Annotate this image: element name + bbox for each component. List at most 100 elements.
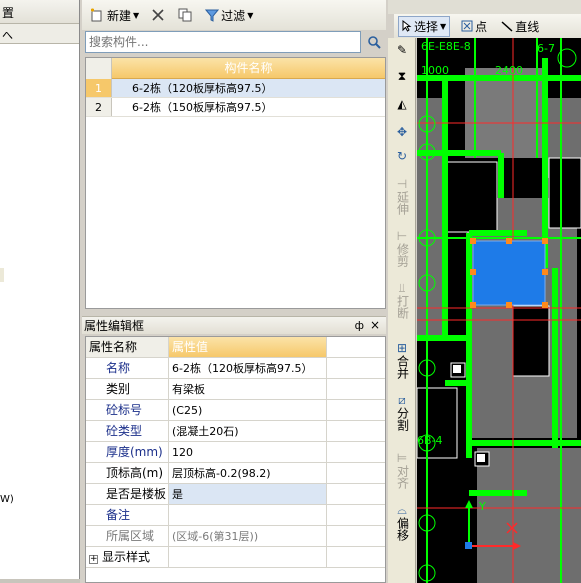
property-name: 砼类型 <box>86 421 169 441</box>
property-value[interactable]: 6-2栋（120板厚标高97.5） <box>169 358 327 378</box>
left-panel-subheader[interactable]: へ <box>0 24 79 44</box>
copy-button[interactable] <box>174 5 196 25</box>
property-value[interactable]: 有梁板 <box>169 379 327 399</box>
property-value[interactable]: (C25) <box>169 400 327 420</box>
left-panel-marker <box>0 268 4 282</box>
ucs-y-label: Y <box>478 500 486 513</box>
column-header-name[interactable]: 构件名称 <box>112 58 385 79</box>
trim-button[interactable]: ⊢ 修剪 <box>391 229 413 268</box>
property-row[interactable]: 所属区域 (区域-6(第31层)) <box>86 526 385 547</box>
property-value[interactable]: (混凝土20石) <box>169 421 327 441</box>
pin-icon[interactable]: ф <box>355 319 364 332</box>
property-name: 显示样式 <box>102 550 151 564</box>
property-row[interactable]: 顶标高(m) 层顶标高-0.2(98.2) <box>86 463 385 484</box>
break-label: 打断 <box>395 295 410 319</box>
point-label: 点 <box>475 19 488 34</box>
drawing-toolbar: 选择 ▼ 点 直线 <box>394 14 581 38</box>
split-icon: ⧄ <box>398 393 406 407</box>
property-row[interactable]: 备注 <box>86 505 385 526</box>
property-row[interactable]: + 显示样式 <box>86 547 385 568</box>
edit-toolbar: ✎ ⧗ ◭ ✥ ↻ ⊣ 延伸 ⊢ 修剪 ⫫ 打断 ⊞ 合并 ⧄ 分割 ⊨ 对齐 … <box>388 38 416 583</box>
align-label: 对齐 <box>395 465 410 489</box>
property-name: 顶标高(m) <box>86 463 169 483</box>
property-grid-header: 属性名称 属性值 <box>86 337 385 358</box>
rotate-icon[interactable]: ↻ <box>391 150 413 163</box>
filter-icon <box>205 9 220 22</box>
property-value[interactable] <box>169 505 327 525</box>
point-button[interactable]: 点 <box>458 16 490 37</box>
table-row[interactable]: 2 6-2栋（150板厚标高97.5） <box>86 98 385 117</box>
left-panel-header: 置 <box>0 0 79 24</box>
component-name: 6-2栋（150板厚标高97.5） <box>132 101 273 114</box>
select-label: 选择 <box>414 19 439 34</box>
line-icon <box>501 21 513 32</box>
merge-button[interactable]: ⊞ 合并 <box>391 341 413 380</box>
offset-button[interactable]: ⌓ 偏移 <box>391 504 413 542</box>
merge-label: 合并 <box>395 355 410 379</box>
property-name: 是否是楼板 <box>86 484 169 504</box>
property-row[interactable]: 砼类型 (混凝土20石) <box>86 421 385 442</box>
property-row[interactable]: 厚度(mm) 120 <box>86 442 385 463</box>
delete-icon <box>152 9 164 21</box>
property-value: (区域-6(第31层)) <box>169 526 327 546</box>
component-list: 构件名称 1 6-2栋（120板厚标高97.5） 2 6-2栋（150板厚标高9… <box>85 57 386 309</box>
split-label: 分割 <box>395 407 410 431</box>
search-row <box>85 31 385 53</box>
select-button[interactable]: 选择 ▼ <box>398 15 451 37</box>
grid-label-top-left: 6E-E8E-8 <box>421 40 471 53</box>
new-label: 新建 <box>107 8 132 23</box>
new-dropdown-icon: ▼ <box>133 10 140 20</box>
trim-icon: ⊢ <box>396 229 408 243</box>
property-value[interactable]: 是 <box>169 484 327 504</box>
property-value-header: 属性值 <box>169 337 327 357</box>
property-row[interactable]: 砼标号 (C25) <box>86 400 385 421</box>
component-panel: 新建 ▼ 过滤 ▼ 搜索构件... 构件名称 1 6-2栋（120板厚标高97.… <box>82 0 386 583</box>
row-number-header <box>86 58 112 79</box>
property-name: 砼标号 <box>86 400 169 420</box>
grid-label-top-right: 6-7 <box>537 42 555 55</box>
mirror-icon[interactable]: ⧗ <box>391 70 413 83</box>
table-row[interactable]: 1 6-2栋（120板厚标高97.5） <box>86 79 385 98</box>
new-button[interactable]: 新建 ▼ <box>86 5 142 26</box>
component-toolbar: 新建 ▼ 过滤 ▼ <box>82 0 386 30</box>
row-number: 1 <box>86 79 112 97</box>
cad-canvas[interactable]: 6E-E8E-8 6-7 1000 2400 6B-4 Y <box>417 38 581 583</box>
pencil-icon[interactable]: ✎ <box>391 44 413 57</box>
property-value <box>169 547 327 567</box>
property-name: 备注 <box>86 505 169 525</box>
break-button[interactable]: ⫫ 打断 <box>391 281 413 320</box>
property-value[interactable]: 层顶标高-0.2(98.2) <box>169 463 327 483</box>
copy-icon <box>178 8 192 22</box>
dimension-1000: 1000 <box>421 64 449 77</box>
move-icon[interactable]: ✥ <box>391 126 413 139</box>
search-button[interactable] <box>363 31 385 53</box>
align-icon: ⊨ <box>396 451 408 465</box>
property-name: 名称 <box>86 358 169 378</box>
property-value[interactable]: 120 <box>169 442 327 462</box>
property-group[interactable]: + 显示样式 <box>86 547 169 567</box>
split-button[interactable]: ⧄ 分割 <box>391 393 413 432</box>
property-grid: 属性名称 属性值 名称 6-2栋（120板厚标高97.5） 类别 有梁板 砼标号… <box>85 336 386 583</box>
filter-dropdown-icon: ▼ <box>247 10 254 20</box>
flip-icon[interactable]: ◭ <box>391 98 413 111</box>
property-row[interactable]: 是否是楼板 是 <box>86 484 385 505</box>
extend-button[interactable]: ⊣ 延伸 <box>391 178 413 216</box>
property-row[interactable]: 名称 6-2栋（120板厚标高97.5） <box>86 358 385 379</box>
property-row[interactable]: 类别 有梁板 <box>86 379 385 400</box>
expand-icon[interactable]: + <box>89 555 98 564</box>
select-arrow-icon <box>402 20 412 32</box>
extend-label: 延伸 <box>395 191 410 215</box>
delete-button[interactable] <box>148 6 168 24</box>
close-icon[interactable]: × <box>370 318 380 332</box>
filter-button[interactable]: 过滤 ▼ <box>202 5 256 26</box>
left-panel-scrollbar[interactable] <box>0 579 80 583</box>
select-dropdown-icon: ▼ <box>440 21 447 31</box>
align-button[interactable]: ⊨ 对齐 <box>391 451 413 490</box>
break-icon: ⫫ <box>398 281 406 295</box>
search-input[interactable] <box>85 31 361 53</box>
merge-icon: ⊞ <box>396 341 408 355</box>
line-button[interactable]: 直线 <box>498 16 542 37</box>
search-icon <box>368 36 381 49</box>
cad-drawing: 6E-E8E-8 6-7 1000 2400 6B-4 Y <box>417 38 581 583</box>
drawing-tabbar <box>388 0 581 14</box>
